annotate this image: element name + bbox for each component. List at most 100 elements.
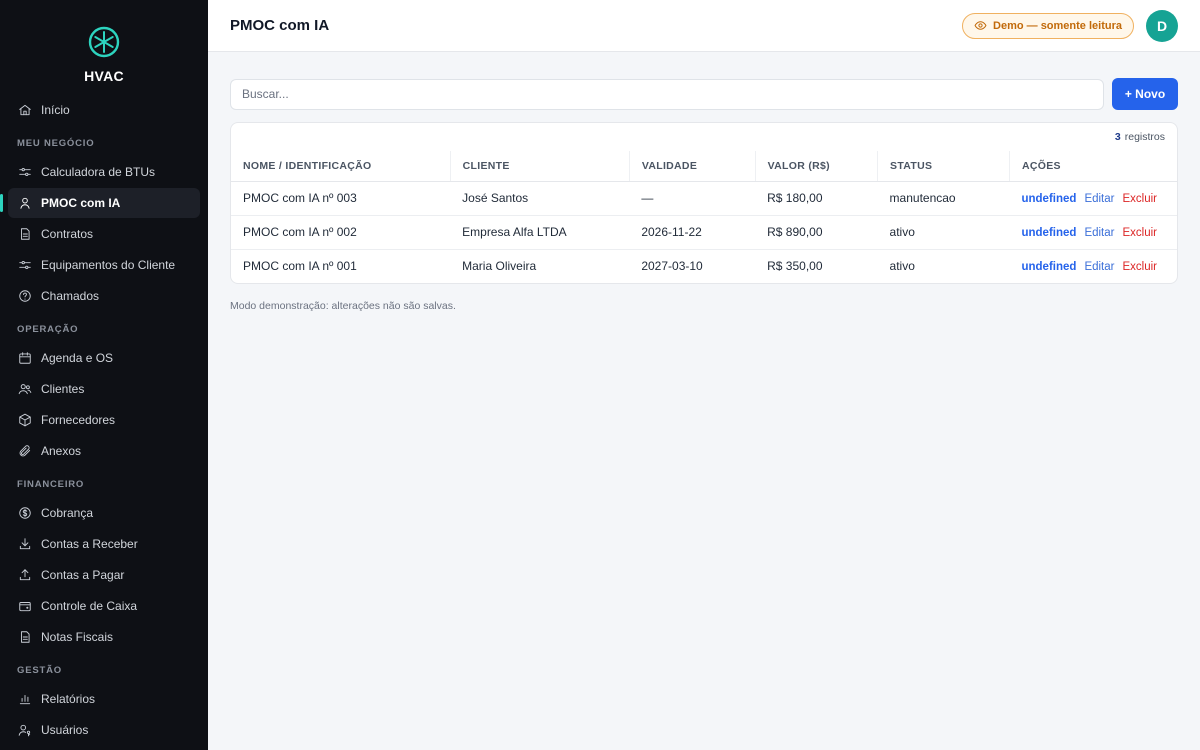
toolbar: + Novo xyxy=(230,78,1178,110)
wallet-icon xyxy=(18,599,32,613)
sidebar-item-label: Calculadora de BTUs xyxy=(41,165,156,179)
column-header-value[interactable]: VALOR (R$) xyxy=(754,151,878,182)
sidebar-item-label: Início xyxy=(41,103,70,117)
sidebar-item-contratos[interactable]: Contratos xyxy=(8,219,200,249)
column-header-actions: AÇÕES xyxy=(1008,151,1177,182)
header-right: Demo — somente leitura D xyxy=(962,9,1178,42)
document-icon xyxy=(18,630,32,644)
table-row[interactable]: PMOC com IA nº 001 Maria Oliveira 2027-03-… xyxy=(231,249,1177,283)
column-header-client[interactable]: CLIENTE xyxy=(449,151,630,182)
cell-validity: — xyxy=(629,181,756,216)
main-content: + Novo 3 registros NOME / IDENTIFICAÇÃO … xyxy=(230,78,1178,312)
sidebar-item-label: Contas a Receber xyxy=(41,537,138,551)
dollar-circle-icon xyxy=(18,506,32,520)
record-count-value: 3 xyxy=(1114,131,1121,143)
calendar-icon xyxy=(18,351,32,365)
help-circle-icon xyxy=(18,289,32,303)
cell-value: R$ 180,00 xyxy=(755,181,878,216)
view-link[interactable]: undefined xyxy=(1021,193,1076,205)
home-icon xyxy=(18,103,32,117)
sidebar-item-calculadora-de-btus[interactable]: Calculadora de BTUs xyxy=(8,157,200,187)
cell-name: PMOC com IA nº 002 xyxy=(231,215,451,250)
cell-status: ativo xyxy=(877,215,1010,250)
sidebar-item-cobranca[interactable]: Cobrança xyxy=(8,498,200,528)
paperclip-icon xyxy=(18,444,32,458)
cell-value: R$ 890,00 xyxy=(755,215,878,250)
sidebar-item-inicio[interactable]: Início xyxy=(8,95,200,125)
view-link[interactable]: undefined xyxy=(1021,227,1076,239)
cell-name: PMOC com IA nº 003 xyxy=(231,181,451,216)
cell-name: PMOC com IA nº 001 xyxy=(243,259,357,274)
sidebar-nav: Início MEU NEGÓCIO Calculadora de BTUs PMOC… xyxy=(0,95,208,745)
avatar[interactable]: D xyxy=(1146,9,1178,42)
sidebar-item-equipamentos-do-cliente[interactable]: Equipamentos do Cliente xyxy=(8,250,200,280)
upload-icon xyxy=(18,568,32,582)
sidebar: HVAC Início MEU NEGÓCIO Calculadora de BTU… xyxy=(0,0,208,750)
download-icon xyxy=(18,537,32,551)
sliders-icon xyxy=(18,258,32,272)
sidebar-item-contas-a-receber[interactable]: Contas a Receber xyxy=(8,529,200,559)
cell-validity: 2027-03-10 xyxy=(641,259,703,274)
sidebar-item-usuarios[interactable]: Usuários xyxy=(8,715,200,745)
table-header-row: NOME / IDENTIFICAÇÃO CLIENTE VALIDADE VA… xyxy=(231,151,1177,182)
column-header-status[interactable]: STATUS xyxy=(877,151,1010,182)
sidebar-section-financeiro: FINANCEIRO xyxy=(17,479,85,490)
sidebar-item-label: PMOC com IA xyxy=(41,196,121,210)
sidebar-item-fornecedores[interactable]: Fornecedores xyxy=(8,405,200,435)
table-row[interactable]: PMOC com IA nº 003 José Santos — R$ 180,00 m… xyxy=(231,181,1177,216)
cell-actions: undefined Editar Excluir xyxy=(1009,215,1177,250)
demo-note: Modo demonstração: alterações não são sa… xyxy=(230,300,456,312)
edit-link[interactable]: Editar xyxy=(1084,193,1114,205)
delete-link[interactable]: Excluir xyxy=(1122,227,1157,239)
demo-badge: Demo — somente leitura xyxy=(962,12,1134,39)
sidebar-section-meu-negocio: MEU NEGÓCIO xyxy=(17,138,95,149)
sidebar-section-gestao: GESTÃO xyxy=(17,665,62,676)
user-shield-icon xyxy=(18,196,32,210)
sidebar-item-label: Controle de Caixa xyxy=(41,599,138,613)
sidebar-item-label: Contratos xyxy=(41,227,94,241)
sidebar-item-label: Contas a Pagar xyxy=(41,568,125,582)
record-count: 3 registros xyxy=(231,123,1177,151)
sidebar-item-chamados[interactable]: Chamados xyxy=(8,281,200,311)
delete-link[interactable]: Excluir xyxy=(1122,193,1157,205)
sidebar-item-pmoc-com-ia[interactable]: PMOC com IA xyxy=(0,188,200,218)
delete-link[interactable]: Excluir xyxy=(1122,261,1157,273)
cell-validity: 2026-11-22 xyxy=(629,215,756,250)
table-row[interactable]: PMOC com IA nº 002 Empresa Alfa LTDA 2026-… xyxy=(231,215,1177,250)
sidebar-item-clientes[interactable]: Clientes xyxy=(8,374,200,404)
sidebar-item-label: Usuários xyxy=(41,723,89,737)
cell-value: R$ 350,00 xyxy=(767,259,823,274)
sidebar-item-notas-fiscais[interactable]: Notas Fiscais xyxy=(8,622,200,652)
sidebar-item-relatorios[interactable]: Relatórios xyxy=(8,684,200,714)
column-header-validity[interactable]: VALIDADE xyxy=(628,151,756,182)
sidebar-item-label: Fornecedores xyxy=(41,413,116,427)
cell-status: ativo xyxy=(889,259,915,274)
new-button[interactable]: + Novo xyxy=(1112,78,1178,110)
cell-status: manutencao xyxy=(877,181,1010,216)
sidebar-item-anexos[interactable]: Anexos xyxy=(8,436,200,466)
sidebar-item-label: Chamados xyxy=(41,289,100,303)
column-header-name[interactable]: NOME / IDENTIFICAÇÃO xyxy=(231,151,451,182)
sidebar-item-label: Cobrança xyxy=(41,506,94,520)
view-link[interactable]: undefined xyxy=(1021,261,1076,273)
cell-actions: undefined Editar Excluir xyxy=(1009,181,1177,216)
edit-link[interactable]: Editar xyxy=(1084,227,1114,239)
sidebar-section-operacao: OPERAÇÃO xyxy=(17,324,79,335)
document-icon xyxy=(18,227,32,241)
page-title: PMOC com IA xyxy=(230,17,330,34)
sidebar-item-contas-a-pagar[interactable]: Contas a Pagar xyxy=(8,560,200,590)
brand-name: HVAC xyxy=(84,68,124,84)
user-key-icon xyxy=(18,723,32,737)
records-table: NOME / IDENTIFICAÇÃO CLIENTE VALIDADE VA… xyxy=(231,151,1177,283)
sidebar-item-agenda-e-os[interactable]: Agenda e OS xyxy=(8,343,200,373)
edit-link[interactable]: Editar xyxy=(1084,261,1114,273)
eye-icon xyxy=(974,21,987,30)
top-header: PMOC com IA Demo — somente leitura D xyxy=(208,0,1200,52)
demo-badge-label: Demo — somente leitura xyxy=(993,19,1122,32)
sidebar-item-label: Clientes xyxy=(41,382,85,396)
record-count-suffix: registros xyxy=(1124,131,1165,143)
search-input[interactable] xyxy=(230,78,1104,110)
sidebar-item-label: Anexos xyxy=(41,444,82,458)
sidebar-item-controle-de-caixa[interactable]: Controle de Caixa xyxy=(8,591,200,621)
sidebar-item-label: Notas Fiscais xyxy=(41,630,114,644)
